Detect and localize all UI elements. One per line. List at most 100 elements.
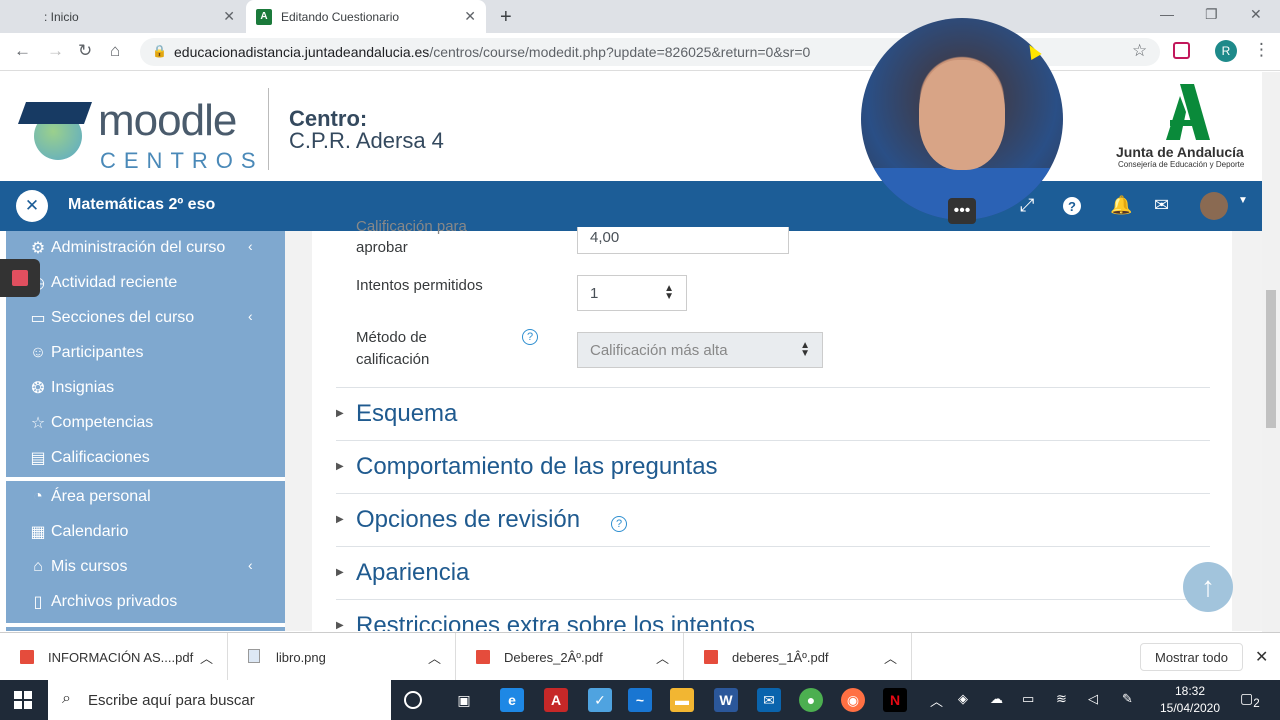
file-explorer-icon[interactable]: ▬ <box>670 688 694 712</box>
folder-icon: ▭ <box>30 310 46 327</box>
download-item[interactable]: deberes_1Âº.pdf ︿ <box>684 633 912 681</box>
section-comportamiento[interactable]: ▶ Comportamiento de las preguntas <box>336 440 1210 493</box>
sidebar-item-secciones[interactable]: ▭ Secciones del curso ‹ <box>6 301 285 335</box>
user-menu-caret-icon[interactable]: ▼ <box>1238 195 1248 206</box>
bookmark-star-icon[interactable]: ☆ <box>1132 41 1147 61</box>
sidebar-item-area-personal[interactable]: ◔ Área personal <box>6 480 285 514</box>
notifications-icon[interactable]: ▢2 <box>1240 690 1260 710</box>
section-esquema[interactable]: ▶ Esquema <box>336 387 1210 440</box>
chevron-up-icon[interactable]: ︿ <box>200 648 213 667</box>
tab-inicio[interactable]: : Inicio ✕ <box>0 0 245 33</box>
expand-triangle-icon: ▶ <box>336 514 344 525</box>
cortana-icon[interactable] <box>404 691 422 709</box>
section-title: Comportamiento de las preguntas <box>356 453 718 480</box>
url-path: /centros/course/modedit.php?update=82602… <box>429 44 811 60</box>
battery-icon[interactable]: ▭ <box>1022 691 1034 707</box>
page-scrollbar[interactable] <box>1262 72 1280 632</box>
junta-andalucia-logo-icon <box>1166 84 1210 140</box>
sidebar-item-calendario[interactable]: ▦ Calendario <box>6 515 285 549</box>
tray-app-icon[interactable]: ◈ <box>958 691 968 707</box>
back-icon[interactable]: ← <box>14 41 31 61</box>
forward-icon[interactable]: → <box>47 41 64 61</box>
help-icon[interactable]: ? <box>1063 197 1081 215</box>
user-avatar[interactable] <box>1200 192 1228 220</box>
taskbar-search[interactable]: ⌕ Escribe aquí para buscar <box>48 680 391 720</box>
logo-subtitle: CENTROS <box>100 148 264 173</box>
minimize-icon[interactable]: — <box>1160 6 1174 22</box>
back-to-top-icon[interactable]: ↑ <box>1183 562 1233 612</box>
moodle-centros-logo[interactable]: moodle CENTROS <box>17 90 262 173</box>
wifi-icon[interactable]: ≋ <box>1056 691 1067 707</box>
book-icon: ▤ <box>30 450 46 467</box>
pen-icon[interactable]: ✎ <box>1122 691 1133 707</box>
sidebar-item-competencias[interactable]: ☆ Competencias <box>6 406 285 440</box>
acrobat-icon[interactable]: A <box>544 688 568 712</box>
mail-icon[interactable]: ✉ <box>1154 195 1169 216</box>
section-title: Esquema <box>356 400 458 427</box>
browser-menu-icon[interactable]: ⋮ <box>1253 40 1270 60</box>
sidebar-item-label: Archivos privados <box>51 593 178 610</box>
close-drawer-icon[interactable]: ✕ <box>16 190 48 222</box>
cloud-icon[interactable]: ☁ <box>990 691 1003 707</box>
tab-editando-cuestionario[interactable]: A Editando Cuestionario ✕ <box>246 0 486 33</box>
app-icon[interactable]: ✓ <box>588 688 612 712</box>
chevron-up-icon[interactable]: ︿ <box>656 648 669 667</box>
browser-tab-bar: : Inicio ✕ A Editando Cuestionario ✕ + —… <box>0 0 1280 33</box>
sidebar-item-actividad-reciente[interactable]: ◷ Actividad reciente <box>6 266 285 300</box>
close-window-icon[interactable]: ✕ <box>1250 6 1262 23</box>
chevron-up-icon[interactable]: ︿ <box>884 648 897 667</box>
mail-icon[interactable]: ✉ <box>757 688 781 712</box>
help-icon[interactable]: ? <box>611 516 627 532</box>
reload-icon[interactable]: ↻ <box>78 41 92 61</box>
centro-name: C.P.R. Adersa 4 <box>289 128 444 153</box>
tray-chevron-up-icon[interactable]: ︿ <box>930 691 943 710</box>
sidebar-item-administracion[interactable]: ⚙ Administración del curso ‹ <box>6 231 285 265</box>
grade-method-select[interactable]: Calificación más alta ▲ ▼ <box>577 332 823 368</box>
firefox-icon[interactable]: ◉ <box>841 688 865 712</box>
grade-to-pass-input[interactable]: 4,00 <box>577 227 789 254</box>
app-icon[interactable]: ~ <box>628 688 652 712</box>
gear-icon: ⚙ <box>30 240 46 257</box>
volume-icon[interactable]: ◁ <box>1088 691 1098 707</box>
section-apariencia[interactable]: ▶ Apariencia <box>336 546 1210 599</box>
close-tab-icon[interactable]: ✕ <box>223 8 235 25</box>
recording-indicator[interactable] <box>0 259 40 297</box>
download-item[interactable]: Deberes_2Âº.pdf ︿ <box>456 633 684 681</box>
attempts-select[interactable]: 1 ▲ ▼ <box>577 275 687 311</box>
restore-icon[interactable]: ❐ <box>1205 6 1218 23</box>
method-value: Calificación más alta <box>590 342 728 359</box>
chevron-up-icon[interactable]: ︿ <box>428 648 441 667</box>
download-item[interactable]: INFORMACIÓN AS....pdf ︿ <box>0 633 228 681</box>
course-title[interactable]: Matemáticas 2º eso <box>68 196 215 214</box>
extension-icon[interactable] <box>1173 42 1190 59</box>
scrollbar-thumb[interactable] <box>1266 290 1276 428</box>
netflix-icon[interactable]: N <box>883 688 907 712</box>
windows-start-icon[interactable] <box>14 691 32 709</box>
sidebar-item-calificaciones[interactable]: ▤ Calificaciones <box>6 441 285 475</box>
chrome-icon[interactable]: ● <box>799 688 823 712</box>
home-icon[interactable]: ⌂ <box>110 41 120 61</box>
sidebar-item-archivos-privados[interactable]: ▯ Archivos privados <box>6 585 285 619</box>
task-view-icon[interactable]: ▣ <box>452 688 476 712</box>
section-opciones-revision[interactable]: ▶ Opciones de revisión ? <box>336 493 1210 546</box>
section-restricciones[interactable]: ▶ Restricciones extra sobre los intentos <box>336 599 1210 631</box>
profile-avatar[interactable]: R <box>1215 40 1237 62</box>
search-placeholder: Escribe aquí para buscar <box>88 692 255 709</box>
tab-title: : Inicio <box>44 9 79 24</box>
chevron-left-icon: ‹ <box>248 238 253 254</box>
edge-icon[interactable]: e <box>500 688 524 712</box>
close-tab-icon[interactable]: ✕ <box>464 8 476 25</box>
download-item[interactable]: libro.png ︿ <box>228 633 456 681</box>
close-downloads-icon[interactable]: ✕ <box>1255 647 1268 667</box>
more-options-icon[interactable]: ••• <box>948 198 976 224</box>
word-icon[interactable]: W <box>714 688 738 712</box>
user-icon: ☺ <box>29 344 47 361</box>
new-tab-icon[interactable]: + <box>500 6 512 29</box>
bell-icon[interactable]: 🔔 <box>1110 195 1132 216</box>
show-all-button[interactable]: Mostrar todo <box>1140 643 1243 671</box>
help-icon[interactable]: ? <box>522 329 538 345</box>
sidebar-item-mis-cursos[interactable]: ⌂ Mis cursos ‹ <box>6 550 285 584</box>
sidebar-item-insignias[interactable]: ❂ Insignias <box>6 371 285 405</box>
sidebar-item-participantes[interactable]: ☺ Participantes <box>6 336 285 370</box>
taskbar-clock[interactable]: 18:32 15/04/2020 <box>1150 683 1230 717</box>
